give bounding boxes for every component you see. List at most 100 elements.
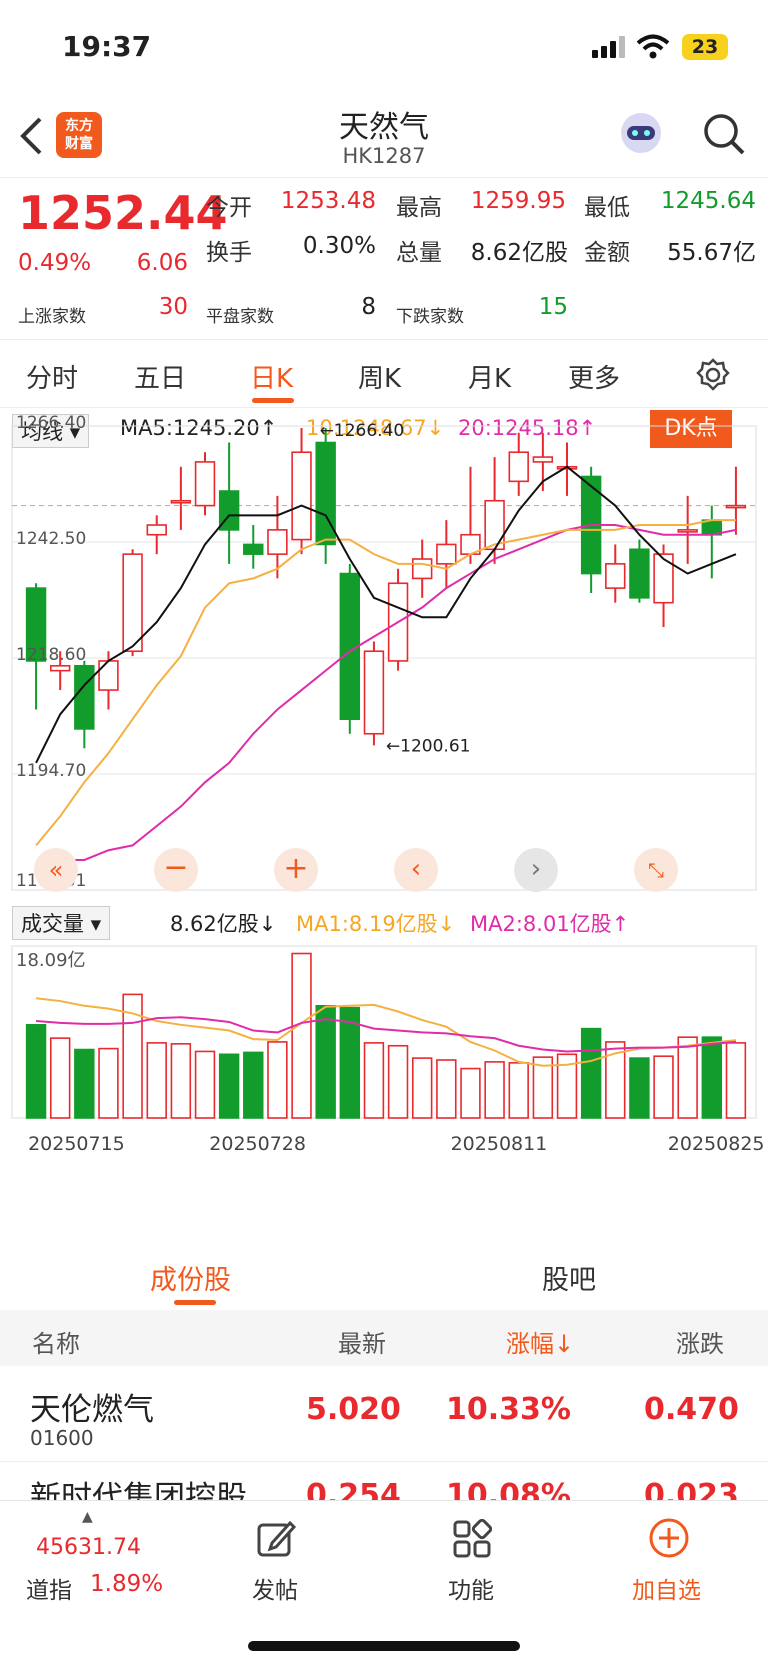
up-count-label: 上涨家数 bbox=[18, 307, 86, 327]
vol-ma2-label: MA2:8.01亿股↑ bbox=[470, 912, 630, 936]
function-grid-icon[interactable] bbox=[452, 1519, 492, 1559]
volume-bar bbox=[25, 1024, 47, 1119]
index-name[interactable]: 道指 bbox=[26, 1571, 72, 1605]
tab-five-day[interactable]: 五日 bbox=[134, 358, 186, 395]
volume-selector-label: 成交量 bbox=[21, 912, 84, 936]
robot-assistant-icon[interactable] bbox=[618, 110, 664, 156]
prev-button[interactable]: ‹ bbox=[394, 848, 438, 892]
low-value: 1245.64 bbox=[660, 188, 756, 214]
volume-bar bbox=[194, 1050, 216, 1119]
bottom-bar: ▲ 45631.74 道指 1.89% 发帖 功能 加自选 bbox=[0, 1500, 768, 1664]
y-ticks-layer: 1266.401242.501218.601194.701170.81 bbox=[16, 413, 86, 891]
home-indicator bbox=[248, 1641, 520, 1651]
last-price: 1252.44 bbox=[18, 186, 228, 240]
open-label: 今开 bbox=[206, 195, 252, 221]
turnover-label: 换手 bbox=[206, 240, 252, 266]
table-row[interactable]: 新时代集团控股 0.254 10.08% 0.023 bbox=[0, 1462, 768, 1500]
candle-body bbox=[677, 529, 698, 533]
volume-bar bbox=[629, 1057, 650, 1119]
vol-ma1-label: MA1:8.19亿股↓ bbox=[296, 912, 456, 936]
zoom-out-button[interactable]: − bbox=[154, 848, 198, 892]
col-pct[interactable]: 涨幅↓ bbox=[506, 1324, 574, 1359]
col-last[interactable]: 最新 bbox=[338, 1324, 386, 1359]
expand-up-icon[interactable]: ▲ bbox=[82, 1509, 93, 1525]
battery-icon: 23 bbox=[682, 34, 728, 60]
stock-pct: 10.33% bbox=[446, 1392, 571, 1427]
add-watchlist-label[interactable]: 加自选 bbox=[632, 1571, 701, 1605]
kline-chart: 均线 ▾ MA5:1245.20↑ 10:1248.67↓ 20:1245.18… bbox=[0, 410, 768, 1240]
volume-bar bbox=[387, 1044, 409, 1119]
function-button-label[interactable]: 功能 bbox=[448, 1571, 494, 1605]
table-header: 名称 最新 涨幅↓ 涨跌 bbox=[0, 1310, 768, 1366]
signal-icon bbox=[592, 36, 625, 58]
stock-change: 0.023 bbox=[644, 1478, 739, 1500]
tab-weekly-k[interactable]: 周K bbox=[358, 358, 401, 395]
stock-code: 01600 bbox=[30, 1426, 94, 1450]
settings-gear-icon[interactable] bbox=[696, 358, 730, 392]
tab-daily-k[interactable]: 日K bbox=[250, 358, 293, 395]
quote-panel: 1252.44 0.49% 6.06 上涨家数 30 今开 1253.48 最高… bbox=[0, 178, 768, 340]
volume-bar bbox=[146, 1042, 167, 1119]
candle-body bbox=[363, 650, 385, 735]
volume-bars-layer bbox=[11, 945, 757, 1119]
volume-bar bbox=[49, 1037, 71, 1119]
volume-bar bbox=[653, 1055, 674, 1119]
volume-bar bbox=[267, 1041, 288, 1119]
volume-bar bbox=[291, 952, 312, 1119]
y-tick-label: 1242.50 bbox=[16, 529, 86, 549]
tab-more[interactable]: 更多 bbox=[568, 358, 620, 395]
amount-value: 55.67亿 bbox=[667, 240, 756, 266]
tab-constituents[interactable]: 成份股 bbox=[150, 1258, 231, 1297]
zoom-in-button[interactable]: + bbox=[274, 848, 318, 892]
x-tick-label: 20250825 bbox=[668, 1133, 765, 1155]
status-time: 19:37 bbox=[62, 30, 152, 63]
index-percent[interactable]: 1.89% bbox=[90, 1571, 163, 1597]
volume-max-label: 18.09亿 bbox=[16, 950, 86, 971]
down-count-label: 下跌家数 bbox=[396, 307, 464, 327]
candle-body bbox=[291, 451, 312, 541]
tab-intraday[interactable]: 分时 bbox=[26, 358, 78, 395]
fullscreen-button[interactable]: ⤡ bbox=[634, 848, 678, 892]
volume-bar bbox=[243, 1051, 264, 1119]
constituents-section: 成份股 股吧 名称 最新 涨幅↓ 涨跌 天伦燃气 01600 5.020 10.… bbox=[0, 1240, 768, 1500]
down-count: 15 bbox=[538, 294, 568, 320]
volume-selector[interactable]: 成交量 ▾ bbox=[12, 906, 111, 940]
candlestick-plot[interactable]: 1266.401242.501218.601194.701170.81 ←126… bbox=[0, 410, 768, 1240]
candle-body bbox=[653, 553, 674, 604]
candle-body bbox=[605, 563, 626, 589]
high-marker: ←1266.40 bbox=[320, 421, 405, 441]
tab-forum[interactable]: 股吧 bbox=[542, 1258, 596, 1297]
volume-bar bbox=[725, 1042, 747, 1119]
candle-body bbox=[49, 664, 71, 672]
volume-bar bbox=[218, 1053, 240, 1119]
post-button-label[interactable]: 发帖 bbox=[252, 1571, 298, 1605]
table-row[interactable]: 天伦燃气 01600 5.020 10.33% 0.470 bbox=[0, 1366, 768, 1462]
scroll-left-fast-button[interactable]: « bbox=[34, 848, 78, 892]
next-button[interactable]: › bbox=[514, 848, 558, 892]
search-icon[interactable] bbox=[702, 112, 746, 156]
x-tick-label: 20250728 bbox=[209, 1133, 306, 1155]
volume-bar bbox=[580, 1027, 602, 1119]
col-change[interactable]: 涨跌 bbox=[676, 1324, 724, 1359]
volume-bar bbox=[460, 1067, 481, 1119]
y-tick-label: 1194.70 bbox=[16, 761, 86, 781]
candle-body bbox=[411, 558, 433, 580]
index-value[interactable]: 45631.74 bbox=[36, 1535, 141, 1560]
post-edit-icon[interactable] bbox=[256, 1519, 296, 1559]
candle-body bbox=[267, 529, 288, 555]
high-label: 最高 bbox=[396, 195, 442, 221]
volume-bar bbox=[315, 1005, 336, 1119]
add-watchlist-icon[interactable] bbox=[648, 1517, 690, 1559]
col-name[interactable]: 名称 bbox=[32, 1324, 80, 1359]
candle-body bbox=[436, 543, 457, 565]
turnover-value: 0.30% bbox=[302, 233, 376, 259]
amount-label: 金额 bbox=[584, 240, 630, 266]
tab-monthly-k[interactable]: 月K bbox=[468, 358, 511, 395]
y-tick-label: 1266.40 bbox=[16, 413, 86, 433]
volume-bar bbox=[484, 1061, 505, 1119]
change-value: 6.06 bbox=[136, 250, 188, 276]
volume-bar bbox=[701, 1036, 723, 1119]
volume-bar bbox=[677, 1036, 698, 1119]
volume-bar bbox=[411, 1057, 433, 1119]
volume-bar bbox=[74, 1048, 95, 1119]
